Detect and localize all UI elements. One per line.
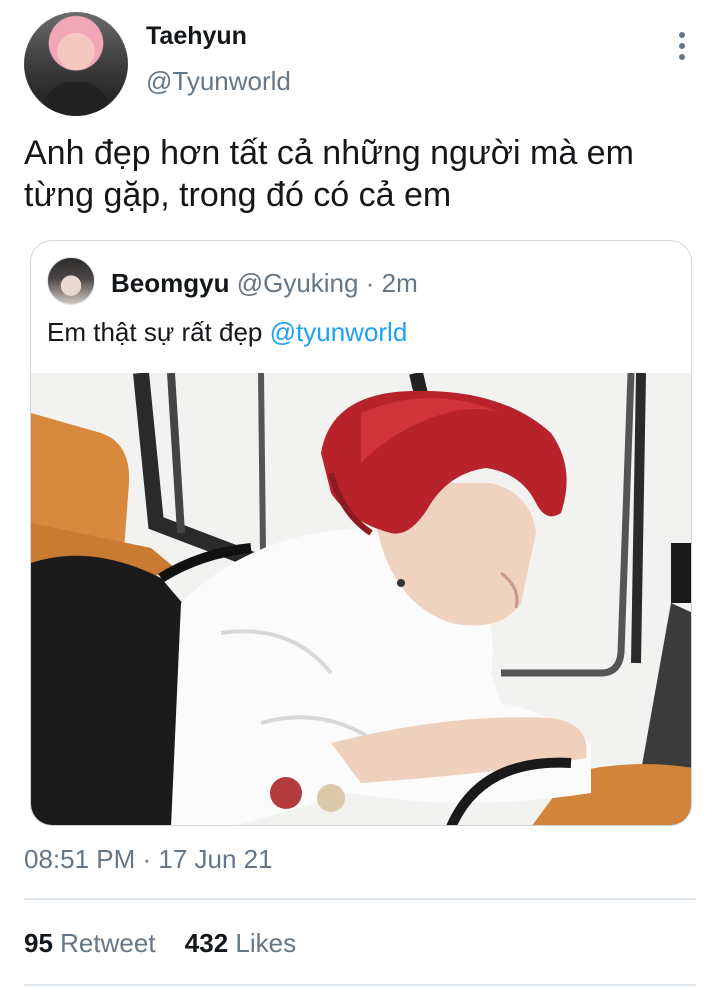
quoted-author-name[interactable]: Beomgyu [111, 268, 229, 298]
mention-link[interactable]: @tyunworld [270, 317, 408, 347]
more-dot [679, 54, 685, 60]
divider-bottom [24, 984, 696, 986]
quoted-tweet-photo[interactable] [31, 373, 691, 825]
more-dot [679, 43, 685, 49]
retweets-stat[interactable]: 95 Retweet [24, 928, 163, 958]
retweets-label: Retweet [60, 928, 156, 958]
more-dot [679, 32, 685, 38]
quoted-tweet-card[interactable]: Beomgyu @Gyuking · 2m Em thật sự rất đẹp… [30, 240, 692, 826]
quoted-author-avatar[interactable] [47, 257, 95, 305]
quoted-tweet-text: Em thật sự rất đẹp @tyunworld [47, 313, 407, 351]
tweet-timestamp[interactable]: 08:51 PM · 17 Jun 21 [24, 844, 273, 875]
quoted-tweet-time[interactable]: 2m [382, 268, 418, 298]
more-options-icon[interactable] [674, 32, 690, 60]
quoted-tweet-body: Em thật sự rất đẹp [47, 317, 263, 347]
quoted-author-handle[interactable]: @Gyuking [237, 268, 359, 298]
likes-label: Likes [235, 928, 297, 958]
tweet-text-line-2: từng gặp, trong đó có cả em [24, 176, 452, 214]
tweet-detail: Taehyun @Tyunworld Anh đẹp hơn tất cả nh… [0, 0, 720, 989]
retweets-count: 95 [24, 928, 53, 958]
quoted-tweet-header: Beomgyu @Gyuking · 2m [111, 267, 418, 299]
likes-count: 432 [184, 928, 229, 958]
header-separator: · [365, 268, 375, 298]
engagement-stats: 95 Retweet 432 Likes [24, 928, 296, 959]
photo-illustration [31, 373, 691, 825]
author-name[interactable]: Taehyun [146, 22, 247, 51]
tweet-text: Anh đẹp hơn tất cả những người mà em từn… [24, 132, 704, 216]
author-avatar[interactable] [24, 12, 128, 116]
likes-stat[interactable]: 432 Likes [185, 928, 296, 958]
divider-top [24, 898, 696, 900]
tweet-text-line-1: Anh đẹp hơn tất cả những người mà em [24, 134, 634, 172]
avatar-shirt [42, 82, 110, 116]
author-handle[interactable]: @Tyunworld [146, 66, 291, 97]
